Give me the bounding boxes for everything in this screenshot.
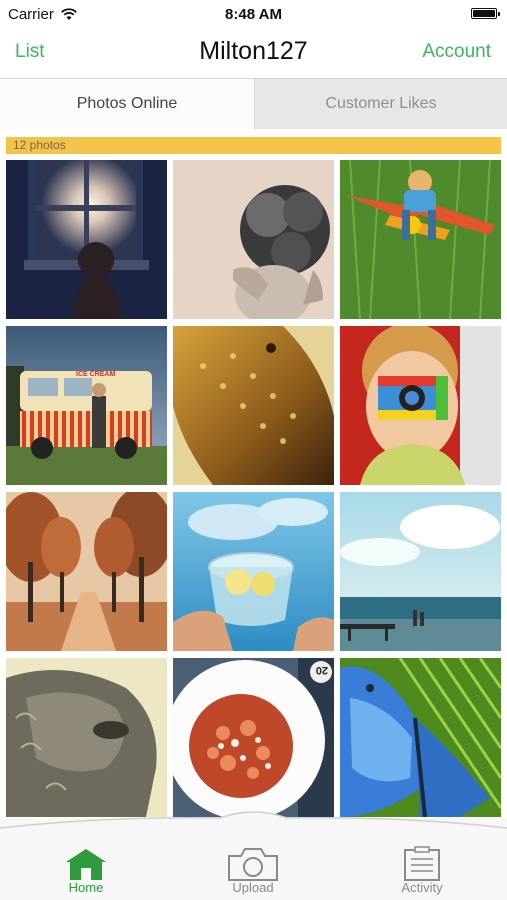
tab-upload[interactable]: Upload <box>193 818 313 900</box>
camera-icon <box>228 848 278 881</box>
photo-ice-cream-van[interactable]: ICE CREAM <box>6 326 167 485</box>
photo-toddler-on-toy-airplane[interactable] <box>340 160 501 319</box>
photo-pasta-dish[interactable]: 20 <box>173 658 334 817</box>
clock: 8:48 AM <box>225 6 282 23</box>
photo-beach-pier[interactable] <box>340 492 501 651</box>
photo-child-with-toy-camera[interactable] <box>340 326 501 485</box>
nav-bar: List Milton127 Account <box>0 30 507 79</box>
photo-count-label: 12 photos <box>13 138 66 152</box>
photo-autumn-tree-avenue[interactable] <box>6 492 167 651</box>
plate-tag: 20 <box>316 664 328 676</box>
battery-icon <box>471 8 500 19</box>
tab-activity[interactable]: Activity <box>362 818 482 900</box>
home-icon <box>66 849 106 880</box>
photo-bearded-dragon[interactable] <box>173 326 334 485</box>
status-bar: Carrier 8:48 AM <box>0 0 507 30</box>
photo-glass-of-lemon-water[interactable] <box>173 492 334 651</box>
account-button[interactable]: Account <box>422 41 491 63</box>
photo-sheep-portrait[interactable] <box>6 658 167 817</box>
activity-icon <box>404 846 440 881</box>
tab-customer-likes[interactable]: Customer Likes <box>254 79 507 129</box>
tab-upload-label: Upload <box>232 880 274 895</box>
photo-child-covering-eyes[interactable] <box>173 160 334 319</box>
segmented-tabs: Photos Online Customer Likes <box>0 79 507 129</box>
photo-count-bar: 12 photos <box>6 137 501 154</box>
tab-home[interactable]: Home <box>26 818 146 900</box>
photo-blue-butterfly[interactable] <box>340 658 501 817</box>
bottom-tab-bar: Home Upload Activity <box>0 811 507 900</box>
tab-home-label: Home <box>68 880 104 895</box>
tab-photos-online[interactable]: Photos Online <box>0 79 254 129</box>
tab-activity-label: Activity <box>401 880 443 895</box>
photo-child-at-window[interactable] <box>6 160 167 319</box>
van-sign: ICE CREAM <box>76 371 115 378</box>
